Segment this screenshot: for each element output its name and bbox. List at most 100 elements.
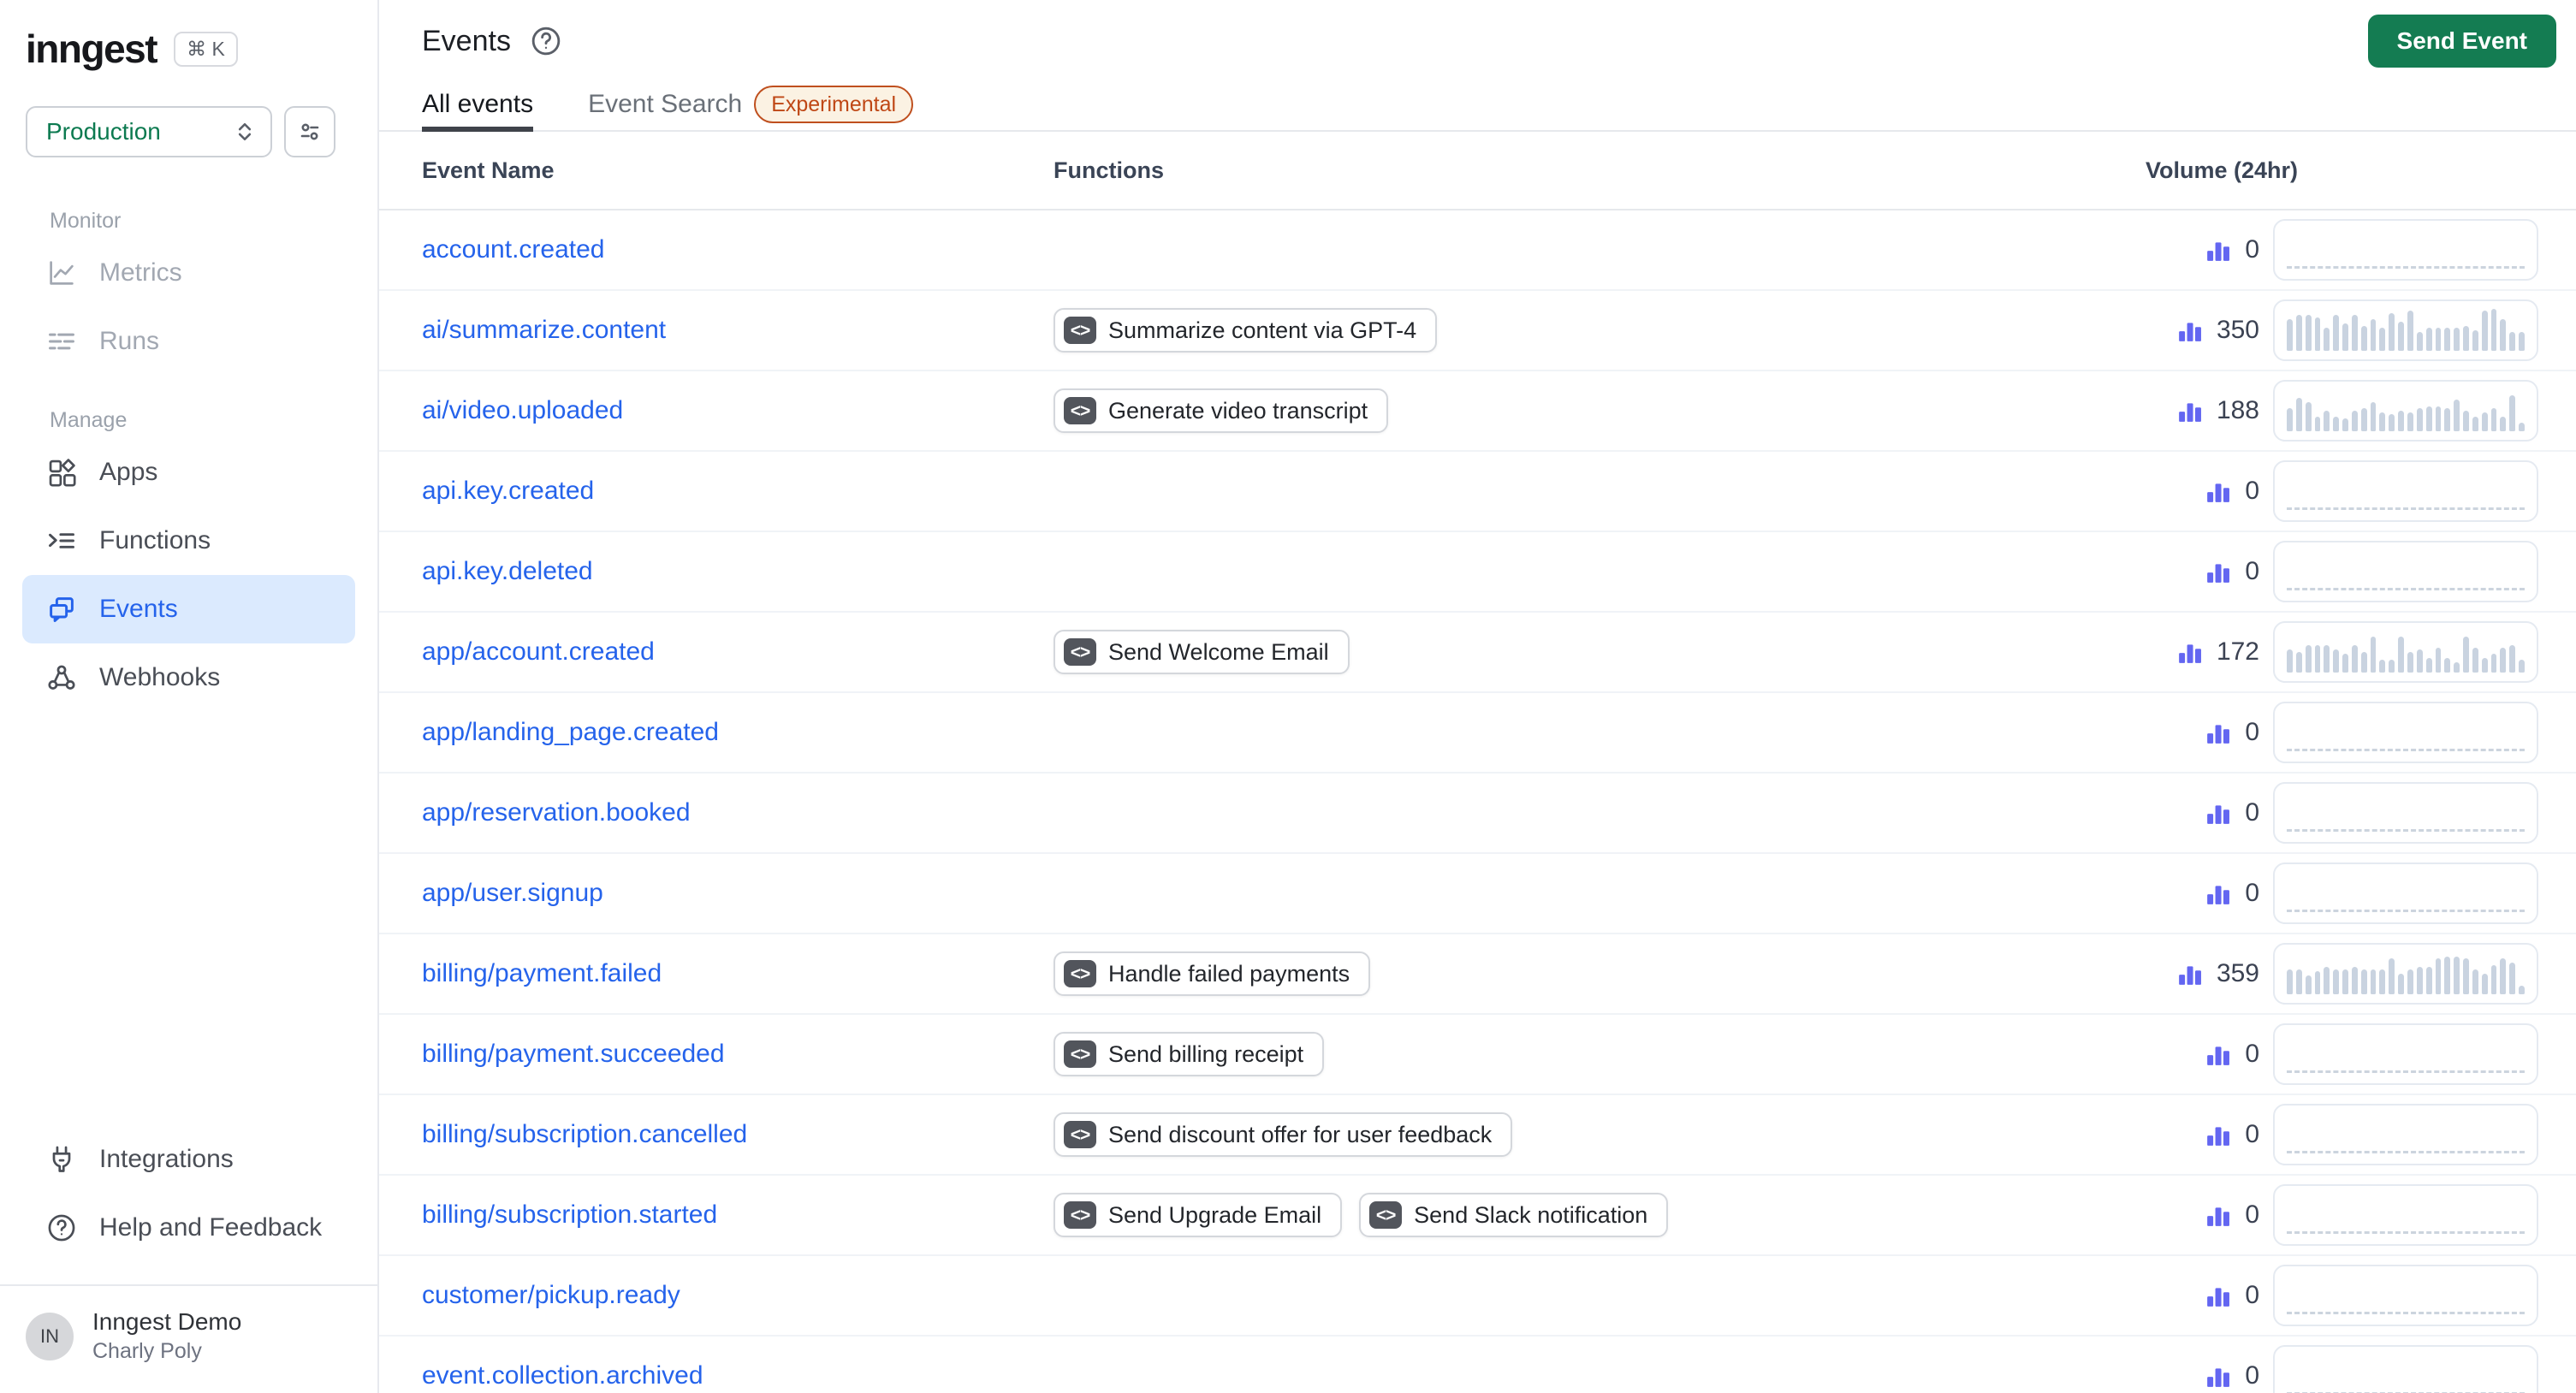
bar-chart-icon bbox=[2205, 559, 2231, 584]
column-header-event-name: Event Name bbox=[422, 157, 555, 183]
event-name-link[interactable]: billing/subscription.started bbox=[422, 1200, 717, 1229]
sidebar-item-integrations[interactable]: Integrations bbox=[0, 1125, 377, 1194]
runs-icon bbox=[46, 326, 77, 357]
volume-sparkline bbox=[2273, 299, 2538, 361]
function-name: Handle failed payments bbox=[1108, 960, 1350, 987]
sidebar-item-functions[interactable]: Functions bbox=[0, 507, 377, 575]
function-name: Send Welcome Email bbox=[1108, 638, 1329, 665]
bar-chart-icon bbox=[2205, 237, 2231, 263]
function-badge[interactable]: <> Send Upgrade Email bbox=[1054, 1193, 1343, 1237]
volume-count: 0 bbox=[2245, 557, 2259, 585]
volume-count: 0 bbox=[2245, 477, 2259, 505]
zero-baseline bbox=[2287, 507, 2525, 510]
sidebar-item-events[interactable]: Events bbox=[22, 575, 355, 643]
zero-baseline bbox=[2287, 1231, 2525, 1234]
tab-event-search[interactable]: Event Search Experimental bbox=[588, 82, 914, 132]
inngest-logo[interactable]: inngest bbox=[26, 26, 158, 72]
sliders-icon bbox=[296, 118, 323, 145]
volume-count: 359 bbox=[2216, 959, 2259, 987]
column-header-volume: Volume (24hr) bbox=[2145, 157, 2298, 183]
zero-baseline bbox=[2287, 829, 2525, 832]
bar-chart-icon bbox=[2177, 317, 2203, 343]
function-name: Generate video transcript bbox=[1108, 397, 1368, 424]
sidebar-item-runs[interactable]: Runs bbox=[0, 307, 377, 376]
send-event-button[interactable]: Send Event bbox=[2367, 15, 2556, 68]
function-badge[interactable]: <> Send billing receipt bbox=[1054, 1032, 1325, 1076]
event-name-link[interactable]: app/reservation.booked bbox=[422, 798, 691, 827]
experimental-badge: Experimental bbox=[754, 86, 914, 123]
avatar: IN bbox=[26, 1312, 74, 1360]
sidebar-item-apps[interactable]: Apps bbox=[0, 438, 377, 507]
function-badge[interactable]: <> Summarize content via GPT-4 bbox=[1054, 308, 1438, 353]
event-name-link[interactable]: app/account.created bbox=[422, 637, 655, 666]
volume-count: 0 bbox=[2245, 1120, 2259, 1148]
code-icon: <> bbox=[1064, 960, 1096, 987]
bar-chart-icon bbox=[2205, 880, 2231, 906]
volume-count: 350 bbox=[2216, 316, 2259, 344]
event-name-link[interactable]: account.created bbox=[422, 235, 604, 264]
event-name-link[interactable]: event.collection.archived bbox=[422, 1361, 703, 1390]
volume-count: 0 bbox=[2245, 718, 2259, 746]
function-badge[interactable]: <> Send discount offer for user feedback bbox=[1054, 1112, 1513, 1157]
tabs-row: All events Event Search Experimental bbox=[379, 82, 2576, 132]
zero-baseline bbox=[2287, 588, 2525, 590]
environment-select[interactable]: Production bbox=[26, 106, 272, 157]
event-name-link[interactable]: billing/payment.failed bbox=[422, 959, 662, 987]
help-icon[interactable] bbox=[530, 25, 562, 57]
plug-icon bbox=[46, 1144, 77, 1175]
function-name: Send billing receipt bbox=[1108, 1040, 1304, 1067]
sidebar-item-label: Help and Feedback bbox=[99, 1213, 323, 1242]
volume-count: 0 bbox=[2245, 879, 2259, 907]
bar-chart-icon bbox=[2177, 961, 2203, 987]
function-badge[interactable]: <> Generate video transcript bbox=[1054, 388, 1389, 433]
table-row: account.created 0 bbox=[379, 210, 2576, 291]
table-row: ai/video.uploaded <> Generate video transc… bbox=[379, 371, 2576, 452]
user-name: Inngest Demo bbox=[92, 1308, 242, 1335]
bar-chart-icon bbox=[2205, 720, 2231, 745]
user-profile[interactable]: IN Inngest Demo Charly Poly bbox=[0, 1286, 377, 1384]
chevron-updown-icon bbox=[233, 120, 257, 144]
volume-count: 0 bbox=[2245, 1200, 2259, 1229]
event-name-link[interactable]: api.key.created bbox=[422, 477, 594, 505]
function-badge[interactable]: <> Send Slack notification bbox=[1359, 1193, 1669, 1237]
sidebar-item-help-and-feedback[interactable]: Help and Feedback bbox=[0, 1194, 377, 1262]
volume-sparkline bbox=[2273, 702, 2538, 763]
event-name-link[interactable]: app/landing_page.created bbox=[422, 718, 719, 746]
column-header-functions: Functions bbox=[1054, 157, 1164, 183]
tab-label: Event Search bbox=[588, 90, 743, 118]
event-name-link[interactable]: app/user.signup bbox=[422, 879, 603, 907]
environment-row: Production bbox=[26, 106, 377, 157]
function-badge[interactable]: <> Handle failed payments bbox=[1054, 951, 1371, 996]
event-name-link[interactable]: ai/video.uploaded bbox=[422, 396, 623, 424]
zero-baseline bbox=[2287, 266, 2525, 269]
help-icon bbox=[46, 1212, 77, 1243]
bar-chart-icon bbox=[2177, 639, 2203, 665]
event-name-link[interactable]: ai/summarize.content bbox=[422, 316, 666, 344]
volume-sparkline bbox=[2273, 219, 2538, 281]
table-row: event.collection.archived 0 bbox=[379, 1337, 2576, 1393]
bar-chart-icon bbox=[2205, 1122, 2231, 1147]
table-row: app/landing_page.created 0 bbox=[379, 693, 2576, 774]
sidebar-nav: Monitor Metrics Runs Manage Apps Functions Eve… bbox=[0, 176, 377, 712]
event-name-link[interactable]: api.key.deleted bbox=[422, 557, 593, 585]
volume-count: 0 bbox=[2245, 1361, 2259, 1390]
webhook-icon bbox=[46, 662, 77, 693]
event-name-link[interactable]: billing/payment.succeeded bbox=[422, 1040, 725, 1068]
table-row: app/reservation.booked 0 bbox=[379, 774, 2576, 854]
event-name-link[interactable]: billing/subscription.cancelled bbox=[422, 1120, 747, 1148]
volume-sparkline bbox=[2273, 460, 2538, 522]
events-icon bbox=[46, 594, 77, 625]
sidebar-item-webhooks[interactable]: Webhooks bbox=[0, 643, 377, 712]
sidebar-item-label: Integrations bbox=[99, 1145, 234, 1173]
sidebar-footer: Integrations Help and Feedback IN Inngest… bbox=[0, 1125, 377, 1393]
volume-sparkline bbox=[2273, 380, 2538, 442]
function-badge[interactable]: <> Send Welcome Email bbox=[1054, 630, 1350, 674]
event-name-link[interactable]: customer/pickup.ready bbox=[422, 1281, 680, 1309]
function-name: Send Slack notification bbox=[1414, 1201, 1648, 1228]
environment-settings-button[interactable] bbox=[284, 106, 335, 157]
user-subtitle: Charly Poly bbox=[92, 1339, 202, 1363]
tab-all-events[interactable]: All events bbox=[422, 82, 534, 132]
command-k-shortcut: ⌘ K bbox=[174, 31, 238, 67]
sidebar-item-metrics[interactable]: Metrics bbox=[0, 239, 377, 307]
chart-line-icon bbox=[46, 258, 77, 288]
